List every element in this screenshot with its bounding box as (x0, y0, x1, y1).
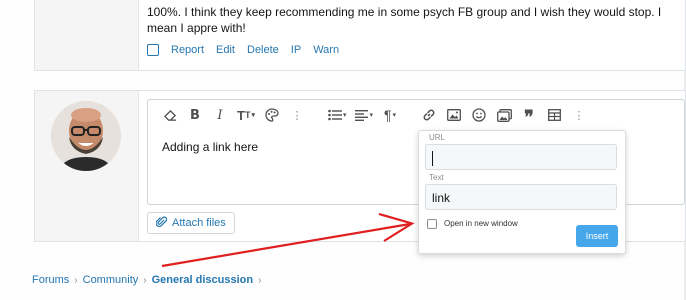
insert-button[interactable]: Insert (576, 225, 618, 247)
post-actions: Report Edit Delete IP Warn (147, 44, 351, 56)
page: 100%. I think they keep recommending me … (0, 0, 686, 300)
chevron-right-icon: › (143, 274, 147, 286)
open-new-window-label[interactable]: Open in new window (444, 219, 518, 228)
editor-toolbar: B I T T ▾ ⋮ ▾ ▾ ¶ ▾ ❞ ⋮ (148, 100, 684, 130)
ip-link[interactable]: IP (291, 44, 301, 56)
paperclip-icon (155, 216, 168, 231)
text-label: Text (429, 173, 444, 182)
breadcrumb-general-discussion[interactable]: General discussion (152, 274, 253, 286)
more-icon[interactable]: ⋮ (571, 105, 587, 125)
media-icon[interactable] (496, 105, 512, 125)
table-icon[interactable] (546, 105, 562, 125)
link-text-input[interactable]: link (425, 184, 617, 210)
edit-link[interactable]: Edit (216, 44, 235, 56)
paragraph-icon[interactable]: ¶ ▾ (382, 105, 398, 125)
align-icon[interactable]: ▾ (355, 105, 373, 125)
report-link[interactable]: Report (171, 44, 204, 56)
user-column (35, 0, 139, 70)
text-caret (432, 151, 433, 167)
post-body: 100%. I think they keep recommending me … (147, 5, 662, 35)
insert-link-popup: URL Text link Open in new window Insert (418, 130, 626, 254)
eraser-icon[interactable] (162, 105, 178, 125)
link-icon[interactable] (421, 105, 437, 125)
editor-content[interactable]: Adding a link here (162, 140, 258, 154)
list-icon[interactable]: ▾ (328, 105, 346, 125)
delete-link[interactable]: Delete (247, 44, 279, 56)
previous-post: 100%. I think they keep recommending me … (34, 0, 686, 71)
text-size-icon[interactable]: T T ▾ (237, 105, 255, 125)
smilie-icon[interactable] (471, 105, 487, 125)
reply-user-column (35, 91, 139, 241)
url-label: URL (429, 133, 446, 142)
breadcrumb-community[interactable]: Community (83, 274, 139, 286)
url-input[interactable] (425, 144, 617, 170)
avatar[interactable] (51, 101, 121, 171)
attach-files-button[interactable]: Attach files (147, 212, 235, 234)
image-icon[interactable] (446, 105, 462, 125)
breadcrumb-forums[interactable]: Forums (32, 274, 69, 286)
attach-files-label: Attach files (172, 217, 226, 229)
breadcrumb: Forums › Community › General discussion … (32, 274, 266, 286)
warn-link[interactable]: Warn (313, 44, 339, 56)
quote-icon[interactable]: ❞ (521, 105, 537, 127)
more-icon[interactable]: ⋮ (289, 105, 305, 125)
select-post-checkbox[interactable] (147, 44, 159, 56)
bold-icon[interactable]: B (187, 105, 203, 125)
palette-icon[interactable] (264, 105, 280, 125)
chevron-right-icon: › (74, 274, 78, 286)
chevron-right-icon: › (258, 274, 262, 286)
open-new-window-checkbox[interactable] (427, 219, 437, 229)
italic-icon[interactable]: I (212, 105, 228, 125)
